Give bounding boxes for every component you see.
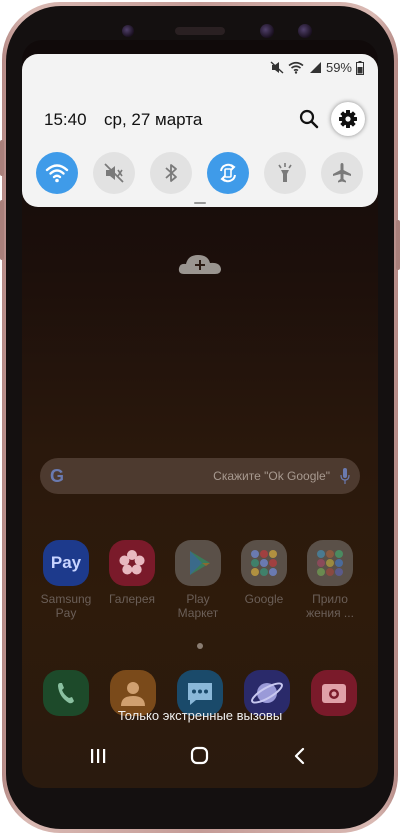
signal-icon	[309, 62, 321, 73]
toggle-sound[interactable]	[93, 152, 135, 194]
wifi-icon	[45, 164, 69, 183]
earpiece-speaker	[175, 27, 225, 35]
mic-icon[interactable]	[340, 468, 350, 484]
recent-apps-icon[interactable]	[86, 746, 110, 766]
auto-rotate-icon	[220, 163, 236, 183]
search-hint: Скажите "Ok Google"	[213, 469, 330, 483]
play-store-icon	[175, 540, 221, 586]
search-icon[interactable]	[297, 107, 321, 131]
battery-icon	[356, 60, 364, 75]
apps-folder-icon	[307, 540, 353, 586]
google-search-bar[interactable]: G Скажите "Ok Google"	[40, 458, 360, 494]
app-label: Google	[244, 592, 284, 606]
google-folder-icon	[241, 540, 287, 586]
app-label: Галерея	[108, 592, 156, 606]
volume-button	[0, 140, 4, 176]
toggle-flashlight[interactable]	[264, 152, 306, 194]
app-samsung-pay[interactable]: Pay Samsung Pay	[38, 540, 94, 620]
screen: 59% 15:40 ср, 27 марта G Скажите "Ok Goo…	[22, 40, 378, 788]
toggle-bluetooth[interactable]	[150, 152, 192, 194]
settings-button[interactable]	[331, 102, 365, 136]
page-indicator	[197, 643, 203, 649]
toggle-airplane-mode[interactable]	[321, 152, 363, 194]
front-camera	[298, 24, 312, 38]
google-logo-icon: G	[50, 466, 65, 486]
app-gallery[interactable]: Галерея	[104, 540, 160, 606]
iris-sensor	[260, 24, 274, 38]
app-google-folder[interactable]: Google	[236, 540, 292, 606]
wifi-icon	[288, 61, 304, 74]
back-icon[interactable]	[288, 746, 312, 766]
app-apps-folder[interactable]: Прило жения ...	[302, 540, 358, 620]
app-play-market[interactable]: Play Маркет	[170, 540, 226, 620]
mute-icon	[104, 163, 124, 183]
quick-panel: 59% 15:40 ср, 27 марта	[22, 54, 378, 207]
app-label: Прило жения ...	[306, 592, 354, 620]
airplane-icon	[333, 163, 351, 183]
clock: 15:40	[44, 110, 87, 129]
gallery-icon	[109, 540, 155, 586]
gear-icon	[339, 110, 357, 128]
samsung-pay-icon: Pay	[43, 540, 89, 586]
samsung-pay-icon-text: Pay	[50, 553, 82, 572]
navigation-bar	[22, 736, 378, 776]
status-bar: 59%	[270, 60, 364, 75]
flashlight-icon	[278, 163, 292, 182]
power-button	[396, 220, 400, 270]
toggle-wifi[interactable]	[36, 152, 78, 194]
home-icon[interactable]	[188, 746, 212, 766]
panel-drag-handle[interactable]	[194, 202, 206, 204]
toggle-auto-rotate[interactable]	[207, 152, 249, 194]
quick-toggles	[36, 152, 366, 194]
app-label: Samsung Pay	[40, 592, 92, 620]
proximity-sensor	[122, 25, 134, 37]
app-label: Play Маркет	[177, 592, 219, 620]
cloud-add-icon[interactable]	[178, 252, 222, 276]
emergency-calls-text: Только экстренные вызовы	[117, 708, 283, 723]
mute-icon	[270, 61, 284, 74]
bluetooth-icon	[165, 164, 177, 182]
bixby-button	[0, 200, 4, 260]
battery-percent: 59%	[325, 60, 352, 75]
date: ср, 27 марта	[104, 110, 203, 129]
